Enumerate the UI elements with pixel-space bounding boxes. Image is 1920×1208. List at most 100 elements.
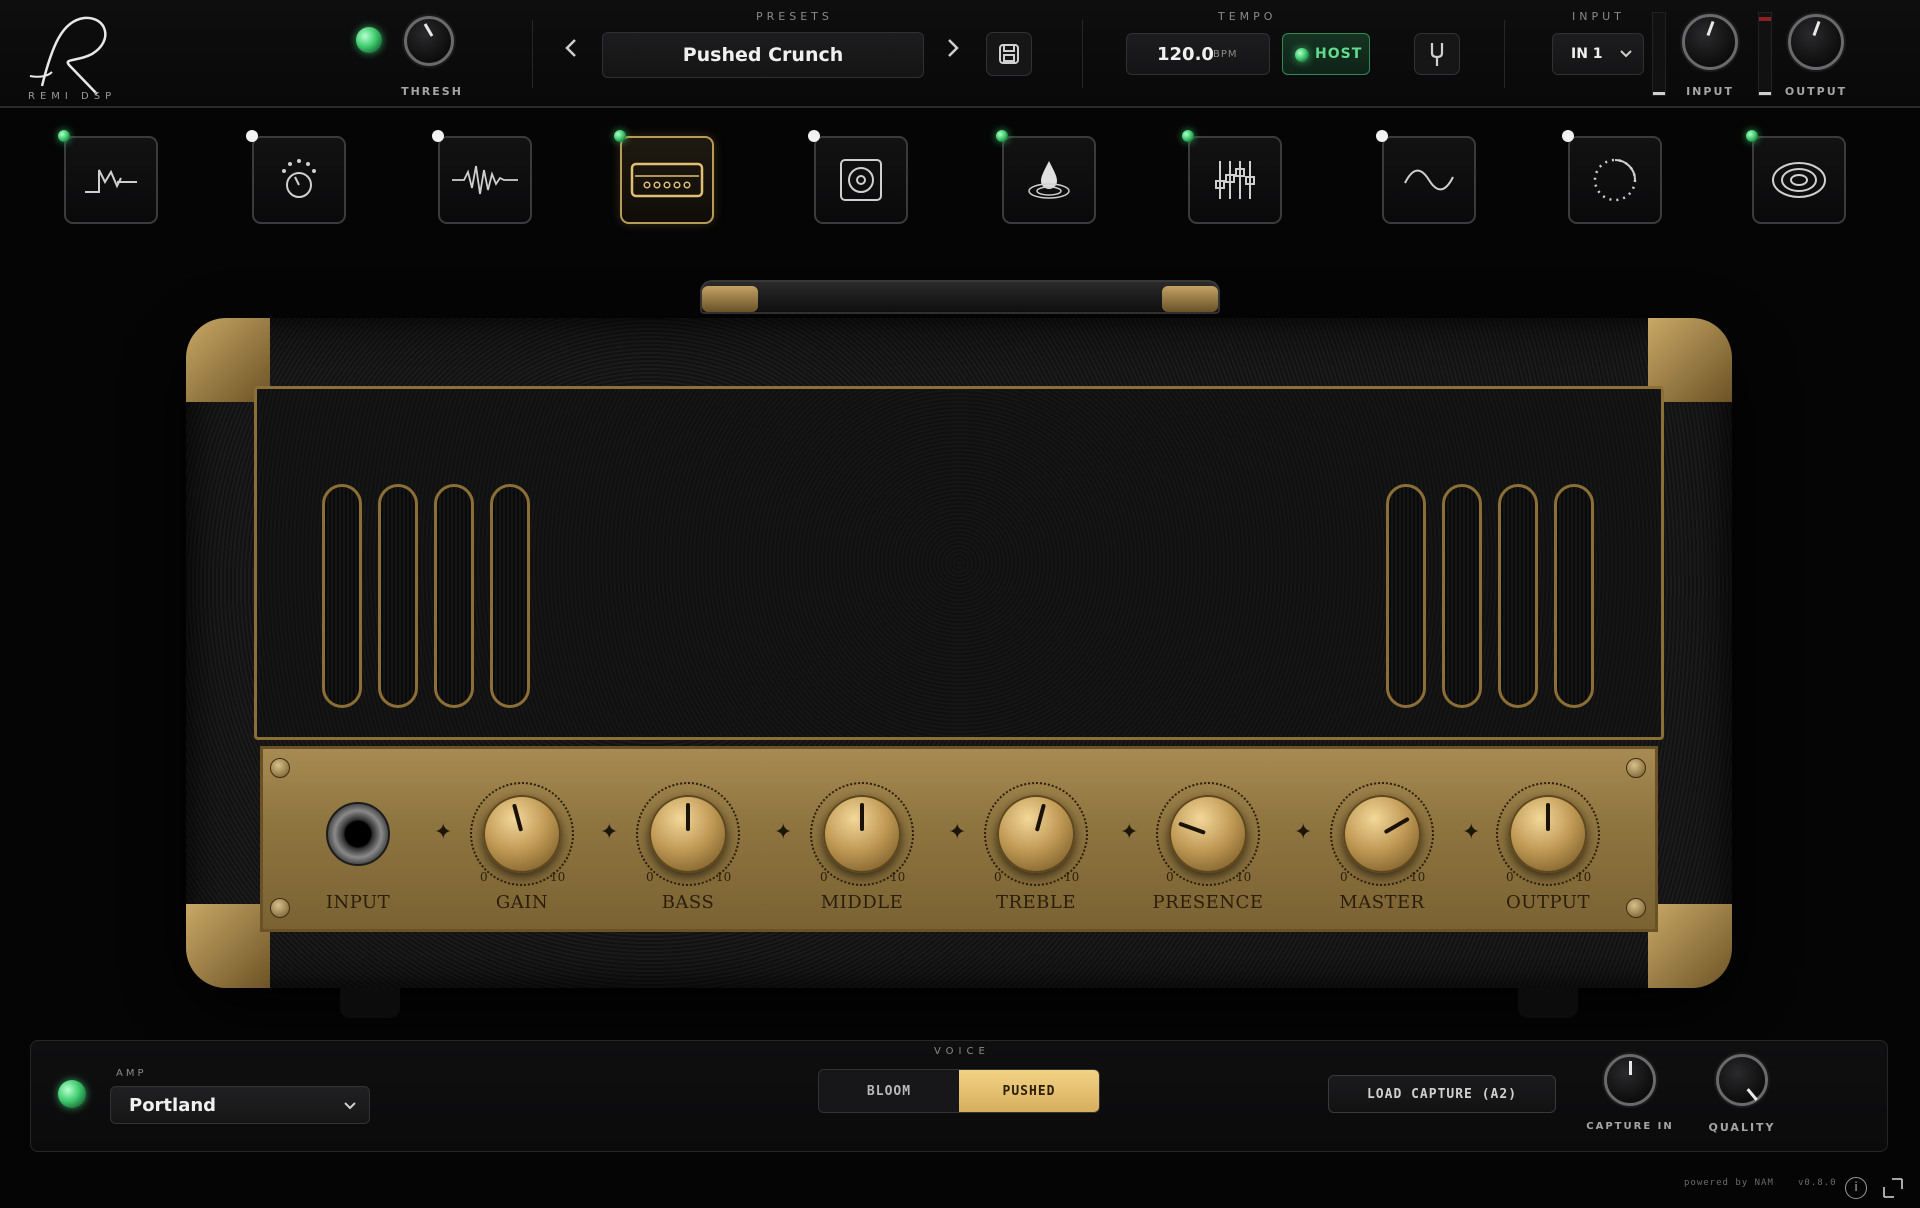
amp-knob-label: BASS <box>661 892 715 913</box>
module-led-on[interactable] <box>1746 130 1758 142</box>
module-eq[interactable] <box>1182 130 1282 224</box>
ripple-icon <box>1772 162 1826 198</box>
thresh-knob[interactable] <box>404 16 454 66</box>
save-icon <box>999 44 1019 64</box>
divider <box>1504 20 1505 88</box>
scale-max: 10 <box>1236 870 1252 884</box>
scale-min: 0 <box>480 870 488 884</box>
panel-ornament: ✦ <box>1294 820 1313 845</box>
module-led-off[interactable] <box>1562 130 1574 142</box>
module-led-off[interactable] <box>432 130 444 142</box>
voice-toggle: BLOOM PUSHED <box>818 1069 1100 1113</box>
input-knob-label: INPUT <box>1686 85 1734 98</box>
module-delay[interactable] <box>1562 130 1662 224</box>
amp-head-icon <box>630 162 704 198</box>
scale-max: 10 <box>1064 870 1080 884</box>
input-level-meter <box>1652 12 1666 96</box>
module-led-on[interactable] <box>614 130 626 142</box>
droplet-icon <box>1028 161 1070 199</box>
input-channel-select[interactable]: IN 1 <box>1552 33 1644 75</box>
quality-label: QUALITY <box>1708 1121 1776 1134</box>
output-knob-label: OUTPUT <box>1784 85 1848 98</box>
amp-vent <box>1554 484 1594 708</box>
module-amp[interactable] <box>614 130 714 224</box>
module-led-off[interactable] <box>246 130 258 142</box>
amp-corner <box>186 904 270 988</box>
amp-vent <box>490 484 530 708</box>
tuning-fork-icon <box>1430 43 1444 66</box>
module-led-on[interactable] <box>1182 130 1194 142</box>
panel-ornament: ✦ <box>774 820 793 845</box>
tempo-field[interactable]: 120.0 BPM <box>1126 33 1270 75</box>
preset-selector[interactable]: Pushed Crunch <box>602 32 924 78</box>
sine-wave-icon <box>1404 169 1454 191</box>
quality-knob[interactable] <box>1716 1054 1768 1106</box>
module-compressor[interactable] <box>246 130 346 224</box>
version: v0.8.0 <box>1798 1178 1837 1188</box>
tempo-value: 120.0 <box>1157 44 1214 65</box>
amp-knob-middle[interactable] <box>823 795 901 873</box>
brand-name: REMI DSP <box>28 91 117 102</box>
amp-knob-label: GAIN <box>495 892 549 913</box>
input-jack[interactable] <box>326 802 390 866</box>
voice-pushed-option[interactable]: PUSHED <box>959 1070 1099 1112</box>
chevron-down-icon <box>1620 50 1632 58</box>
amp-knob-bass[interactable] <box>649 795 727 873</box>
module-cabinet[interactable] <box>808 130 908 224</box>
amp-knob-label: PRESENCE <box>1152 892 1264 913</box>
dial-gauge-icon <box>282 159 316 198</box>
scale-min: 0 <box>1166 870 1174 884</box>
panel-ornament: ✦ <box>1120 820 1139 845</box>
gate-curve-icon <box>85 169 137 193</box>
scale-min: 0 <box>994 870 1002 884</box>
input-gain-knob[interactable] <box>1682 14 1738 70</box>
module-overdrive[interactable] <box>432 130 532 224</box>
load-capture-button[interactable]: LOAD CAPTURE (A2) <box>1328 1075 1556 1113</box>
sliders-icon <box>1215 161 1255 199</box>
chevron-left-icon[interactable] <box>564 38 578 64</box>
module-modulation[interactable] <box>1376 130 1476 224</box>
save-preset-button[interactable] <box>986 32 1032 76</box>
chevron-right-icon[interactable] <box>946 38 960 64</box>
output-level-meter <box>1758 12 1772 96</box>
capture-in-knob[interactable] <box>1604 1054 1656 1106</box>
module-noise-gate[interactable] <box>58 130 158 224</box>
module-reverb[interactable] <box>1746 130 1846 224</box>
scale-max: 10 <box>1576 870 1592 884</box>
amp-knob-master[interactable] <box>1343 795 1421 873</box>
module-saturation[interactable] <box>996 130 1096 224</box>
chevron-down-icon <box>344 1102 356 1110</box>
host-sync-button[interactable]: HOST <box>1282 33 1370 75</box>
amp-vent <box>1498 484 1538 708</box>
module-strip <box>0 110 1920 250</box>
module-led-on[interactable] <box>996 130 1008 142</box>
resize-icon[interactable] <box>1882 1177 1904 1199</box>
screw <box>1626 898 1646 918</box>
amp-knob-output[interactable] <box>1509 795 1587 873</box>
voice-bloom-option[interactable]: BLOOM <box>819 1070 959 1112</box>
info-icon[interactable]: i <box>1845 1177 1867 1199</box>
amp-knob-presence[interactable] <box>1169 795 1247 873</box>
module-led-off[interactable] <box>808 130 820 142</box>
waveform-icon <box>452 165 518 195</box>
amp-model-select[interactable]: Portland <box>110 1086 370 1124</box>
divider <box>1082 20 1083 88</box>
knob-pointer <box>1546 803 1550 831</box>
output-gain-knob[interactable] <box>1788 14 1844 70</box>
gate-enable-led[interactable] <box>356 27 382 53</box>
module-led-on[interactable] <box>58 130 70 142</box>
scale-min: 0 <box>1506 870 1514 884</box>
knob-pointer <box>686 803 690 831</box>
amp-knob-gain[interactable] <box>483 795 561 873</box>
screw <box>270 758 290 778</box>
top-bar: REMI DSP THRESH PRESETS Pushed Crunch TE… <box>0 0 1920 108</box>
module-led-off[interactable] <box>1376 130 1388 142</box>
amp-enable-led[interactable] <box>58 1080 86 1108</box>
panel-ornament: ✦ <box>434 820 453 845</box>
output-knob-pointer <box>1812 20 1821 37</box>
quality-pointer <box>1746 1088 1758 1101</box>
amp-knob-treble[interactable] <box>997 795 1075 873</box>
amp-model-label: AMP <box>116 1068 147 1079</box>
divider <box>532 20 533 88</box>
tuner-button[interactable] <box>1414 33 1460 75</box>
